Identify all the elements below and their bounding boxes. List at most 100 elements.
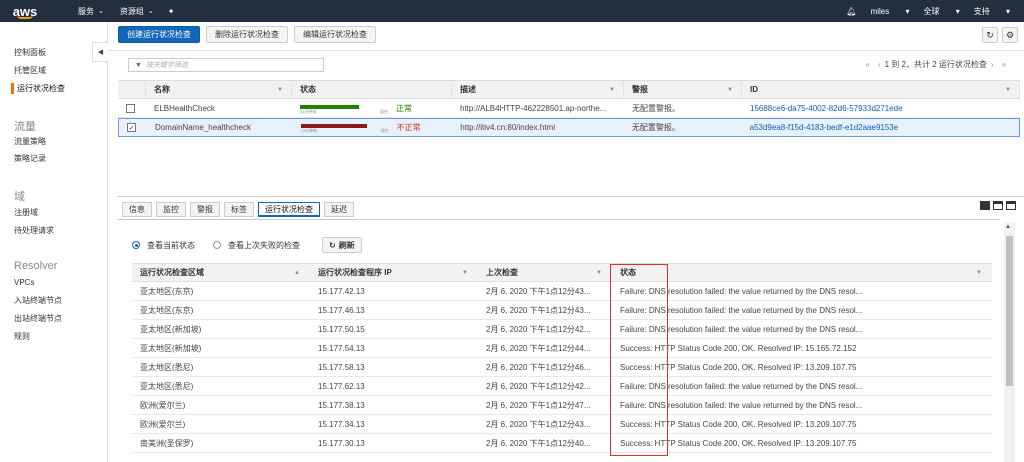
tab-info[interactable]: 信息 <box>122 202 152 217</box>
header-alarms-label: 警报 <box>632 85 648 94</box>
settings-gear-icon[interactable]: ⚙ <box>1002 27 1018 43</box>
cell-description: http://itiv4.cn:80/index.html <box>460 123 555 132</box>
header-checker-ip[interactable]: 运行状况检查程序 IP ▼ <box>310 264 478 281</box>
row-checkbox[interactable] <box>126 103 135 113</box>
tab-health-checkers[interactable]: 运行状况检查 <box>258 202 320 217</box>
cell-last-checked: 2月 6, 2020 下午1点12分40... <box>486 438 591 448</box>
tab-tags[interactable]: 标签 <box>224 202 254 217</box>
tab-monitoring[interactable]: 监控 <box>156 202 186 217</box>
scroll-up-icon[interactable]: ▲ <box>1005 224 1011 230</box>
prev-page-icon[interactable]: ‹ <box>878 60 881 69</box>
resource-groups-menu[interactable]: 资源组 ⌄ <box>120 6 154 17</box>
tab-latency[interactable]: 延迟 <box>324 202 354 217</box>
header-status[interactable]: 状态 ▼ <box>612 264 992 281</box>
sidebar-item-registered-domains[interactable]: 注册域 <box>14 207 38 218</box>
cell-status: Failure: DNS resolution failed: the valu… <box>620 400 863 410</box>
collapse-sidebar-icon[interactable]: ◀ <box>92 42 108 62</box>
sidebar-item-traffic-policies[interactable]: 流量策略 <box>14 136 46 147</box>
health-checks-table: 名称 ▼ 状态 描述 ▼ 警报 ▼ ID ▼ ELBHealthCheck 31分钟前 … <box>118 80 1020 137</box>
sidebar-section-domains: 域 <box>14 191 25 203</box>
cell-alarms: 无配置警报。 <box>632 103 680 113</box>
refresh-icon[interactable]: ↻ <box>982 27 998 43</box>
refresh-button[interactable]: ↻ 刷新 <box>322 237 362 253</box>
header-alarms[interactable]: 警报 ▼ <box>624 81 742 98</box>
cell-last-checked: 2月 6, 2020 下午1点12分42... <box>486 381 591 391</box>
support-menu[interactable]: 支持 ▾ <box>974 6 1010 17</box>
next-page-icon[interactable]: › <box>991 60 994 69</box>
pagination: « ‹ 1 到 2，共计 2 运行状况检查 › » <box>862 59 1011 70</box>
table-row[interactable]: 欧洲(爱尔兰) 15.177.38.13 2月 6, 2020 下午1点12分47.… <box>132 396 992 415</box>
row-checkbox-checked[interactable]: ✓ <box>127 123 136 132</box>
user-menu[interactable]: miles ▾ <box>871 7 910 16</box>
radio-last-failure-label: 查看上次失败的检查 <box>228 240 300 250</box>
sort-icon: ▼ <box>1005 86 1011 93</box>
cell-id-link[interactable]: a53d9ea8-f15d-4183-bedf-e1d2aae9153e <box>742 119 1019 136</box>
health-history-bar: 15分钟前 现在 <box>300 124 389 133</box>
layout-full-icon[interactable] <box>980 201 990 210</box>
sidebar-item-outbound-endpoints[interactable]: 出站终端节点 <box>14 313 62 324</box>
pane-splitter[interactable] <box>118 196 1024 197</box>
table-row[interactable]: 亚太地区(悉尼) 15.177.62.13 2月 6, 2020 下午1点12分42… <box>132 377 992 396</box>
row-select <box>118 99 146 117</box>
cell-region: 亚太地区(新加坡) <box>140 324 202 334</box>
filter-placeholder: 按关键字筛选 <box>145 62 188 69</box>
header-id-label: ID <box>750 85 758 94</box>
header-region[interactable]: 运行状况检查区域 ▲ <box>132 264 310 281</box>
delete-health-check-button[interactable]: 删除运行状况检查 <box>206 26 288 43</box>
table-row[interactable]: ✓ DomainName_healthcheck 15分钟前 现在 不正常 ht… <box>118 118 1020 137</box>
pin-icon[interactable]: ✦ <box>168 7 175 16</box>
header-name[interactable]: 名称 ▼ <box>146 81 292 98</box>
table-row[interactable]: 欧洲(爱尔兰) 15.177.34.13 2月 6, 2020 下午1点12分43.… <box>132 415 992 434</box>
filter-input[interactable]: ▼ 按关键字筛选 <box>128 58 324 72</box>
cell-id-link[interactable]: 15688ce6-da75-4002-82d6-57933d271ede <box>742 99 1020 117</box>
create-health-check-button[interactable]: 创建运行状况检查 <box>118 26 200 43</box>
table-row[interactable]: 亚太地区(东京) 15.177.42.13 2月 6, 2020 下午1点12分43… <box>132 282 992 301</box>
sidebar-item-dashboard[interactable]: 控制面板 <box>14 47 46 58</box>
region-menu[interactable]: 全球 ▾ <box>924 6 960 17</box>
scrollbar-thumb[interactable] <box>1006 236 1013 386</box>
table-row[interactable]: 亚太地区(东京) 15.177.46.13 2月 6, 2020 下午1点12分43… <box>132 301 992 320</box>
sidebar-item-rules[interactable]: 规则 <box>14 331 30 342</box>
services-menu[interactable]: 服务 ⌄ <box>78 6 104 17</box>
header-id[interactable]: ID ▼ <box>742 81 1020 98</box>
radio-current-status[interactable] <box>132 241 140 249</box>
cell-region: 南美洲(圣保罗) <box>140 438 194 448</box>
aws-smile-icon <box>17 15 33 19</box>
cell-status: Success: HTTP Status Code 200, OK. Resol… <box>620 343 857 353</box>
header-status[interactable]: 状态 <box>292 81 452 98</box>
bell-icon[interactable]: 🔔︎ <box>846 7 856 16</box>
cell-last-checked: 2月 6, 2020 下午1点12分43... <box>486 286 591 296</box>
edit-health-check-button[interactable]: 编辑运行状况检查 <box>294 26 376 43</box>
tab-alarms[interactable]: 警报 <box>190 202 220 217</box>
sidebar-item-hosted-zones[interactable]: 托管区域 <box>14 65 46 76</box>
header-select <box>118 81 146 98</box>
cell-status: Success: HTTP Status Code 200, OK. Resol… <box>620 438 857 448</box>
layout-split-icon[interactable] <box>993 201 1003 210</box>
last-page-icon[interactable]: » <box>1002 60 1006 69</box>
table-body: 亚太地区(东京) 15.177.42.13 2月 6, 2020 下午1点12分43… <box>132 282 992 453</box>
sidebar-section-traffic: 流量 <box>14 121 36 133</box>
cell-checker-ip: 15.177.42.13 <box>318 286 365 296</box>
detail-tabs: 信息 监控 警报 标签 运行状况检查 延迟 <box>122 202 358 219</box>
table-row[interactable]: 亚太地区(悉尼) 15.177.58.13 2月 6, 2020 下午1点12分46… <box>132 358 992 377</box>
sidebar-item-pending-requests[interactable]: 待处理请求 <box>14 225 54 236</box>
sidebar-item-inbound-endpoints[interactable]: 入站终端节点 <box>14 295 62 306</box>
sidebar-item-health-checks[interactable]: 运行状况检查 <box>11 83 65 94</box>
layout-bottom-icon[interactable] <box>1006 201 1016 210</box>
cell-region: 欧洲(爱尔兰) <box>140 419 186 429</box>
table-row[interactable]: ELBHealthCheck 31分钟前 现在 正常 http://ALB4HT… <box>118 99 1020 118</box>
table-row[interactable]: 亚太地区(新加坡) 15.177.54.13 2月 6, 2020 下午1点12分4… <box>132 339 992 358</box>
cell-status: Failure: DNS resolution failed: the valu… <box>620 286 863 296</box>
table-row[interactable]: 亚太地区(新加坡) 15.177.50.15 2月 6, 2020 下午1点12分4… <box>132 320 992 339</box>
region-label: 全球 <box>923 6 940 16</box>
header-last-checked[interactable]: 上次检查 ▼ <box>478 264 612 281</box>
first-page-icon[interactable]: « <box>866 60 870 69</box>
sidebar-item-policy-records[interactable]: 策略记录 <box>14 153 46 164</box>
vertical-scrollbar[interactable]: ▲ <box>1004 222 1015 462</box>
aws-logo[interactable]: aws <box>0 0 50 22</box>
header-description[interactable]: 描述 ▼ <box>452 81 624 98</box>
table-row[interactable]: 南美洲(圣保罗) 15.177.30.13 2月 6, 2020 下午1点12分40… <box>132 434 992 453</box>
radio-last-failure[interactable] <box>213 241 221 249</box>
sidebar-item-vpcs[interactable]: VPCs <box>14 278 34 287</box>
sort-icon: ▼ <box>976 269 982 276</box>
